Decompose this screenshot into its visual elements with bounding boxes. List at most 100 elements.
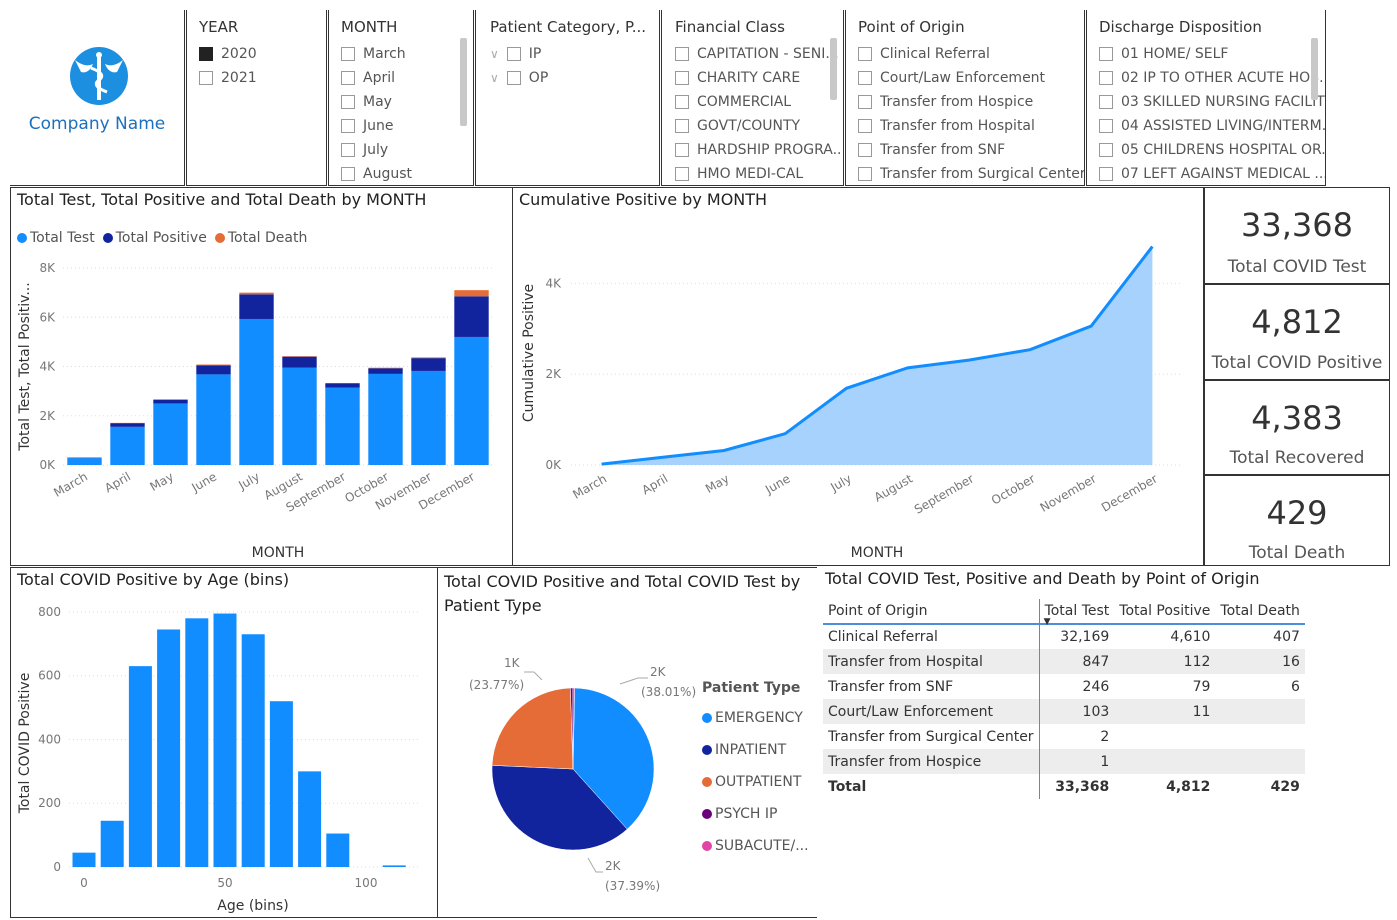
point-of-origin-option[interactable]: Transfer from Surgical Center — [858, 164, 1084, 184]
histogram-bar — [185, 618, 209, 867]
pie-value-label: 2K — [650, 665, 667, 679]
table-row[interactable]: Transfer from SNF 246 79 6 — [823, 674, 1305, 699]
cell-origin: Transfer from Surgical Center — [823, 724, 1040, 749]
financial-class-option[interactable]: GOVT/COUNTY — [675, 116, 800, 136]
bar-segment — [325, 387, 360, 465]
pie-legend-item-emergency[interactable]: EMERGENCY — [702, 702, 809, 734]
checkbox-icon — [675, 143, 689, 157]
month-option[interactable]: May — [341, 92, 392, 112]
cell-origin: Court/Law Enforcement — [823, 699, 1040, 724]
table-row[interactable]: Clinical Referral 32,169 4,610 407 — [823, 624, 1305, 649]
checkbox-icon — [858, 47, 872, 61]
cell-total-positive: 79 — [1192, 678, 1211, 695]
checkbox-icon — [858, 71, 872, 85]
discharge-option[interactable]: 02 IP TO OTHER ACUTE HOS... — [1099, 68, 1325, 88]
pie-percent-label: (38.01%) — [641, 685, 696, 699]
month-option[interactable]: July — [341, 140, 388, 160]
x-tick-label: May — [703, 471, 731, 496]
histogram-bar — [157, 629, 181, 867]
table-row[interactable]: Court/Law Enforcement 103 11 — [823, 699, 1305, 724]
table-row[interactable]: Transfer from Surgical Center 2 — [823, 724, 1305, 749]
kpi-card-total-recovered: 4,383 Total Recovered — [1204, 380, 1390, 475]
cell-total-positive: 11 — [1114, 699, 1216, 724]
cell-total-test: 32,169 — [1060, 629, 1110, 645]
histogram-bar — [326, 833, 350, 867]
matrix-header-total-positive[interactable]: Total Positive — [1114, 599, 1216, 625]
financial-class-option[interactable]: HMO MEDI-CAL — [675, 164, 803, 184]
month-option[interactable]: June — [341, 116, 394, 136]
y-tick-label: 0 — [53, 860, 61, 874]
year-option-2020[interactable]: 2020 — [199, 44, 257, 64]
financial-class-option[interactable]: CAPITATION - SENI... — [675, 44, 839, 64]
month-option[interactable]: August — [341, 164, 412, 184]
cell-total-test: 847 — [1039, 649, 1115, 674]
checkbox-icon — [858, 143, 872, 157]
pie-percent-label: (23.77%) — [469, 678, 524, 692]
month-slicer-title: MONTH — [341, 18, 398, 36]
matrix-header-total-death[interactable]: Total Death — [1215, 599, 1305, 625]
y-tick-label: 2K — [39, 409, 56, 423]
cell-origin: Transfer from Hospice — [823, 749, 1040, 774]
patient-category-option-op[interactable]: ∨ OP — [490, 68, 548, 88]
matrix-table: Point of Origin Total Test ▼ Total Positi… — [823, 599, 1305, 799]
cell-total-test: 1 — [1039, 749, 1115, 774]
pie-legend-item-outpatient[interactable]: OUTPATIENT — [702, 766, 809, 798]
discharge-option[interactable]: 01 HOME/ SELF — [1099, 44, 1229, 64]
point-of-origin-option[interactable]: Transfer from SNF — [858, 140, 1005, 160]
patient-category-option-ip[interactable]: ∨ IP — [490, 44, 541, 64]
point-of-origin-option[interactable]: Transfer from Hospital — [858, 116, 1035, 136]
bar-segment — [368, 373, 403, 465]
matrix-header-origin[interactable]: Point of Origin — [823, 599, 1040, 625]
pie-legend-title: Patient Type — [702, 680, 801, 696]
financial-class-option[interactable]: COMMERCIAL — [675, 92, 791, 112]
pie-leader-line — [524, 671, 543, 681]
discharge-option[interactable]: 07 LEFT AGAINST MEDICAL ... — [1099, 164, 1325, 184]
pie-legend-item-subacute[interactable]: SUBACUTE/... — [702, 830, 809, 862]
y-tick-label: 400 — [38, 732, 61, 746]
cumulative-area-chart: Cumulative Positive by MONTH 0K 2K 4K March… — [512, 187, 1204, 566]
pie-value-label: 2K — [605, 859, 622, 873]
bar-segment — [411, 357, 446, 359]
bar-segment — [239, 318, 274, 465]
matrix-header-total-test[interactable]: Total Test ▼ — [1039, 599, 1115, 627]
bar-segment — [282, 356, 317, 368]
x-tick-label: August — [872, 471, 916, 504]
discharge-option[interactable]: 04 ASSISTED LIVING/INTERM... — [1099, 116, 1325, 136]
x-tick-label: June — [762, 471, 793, 497]
legend-dot-icon — [702, 713, 712, 723]
chevron-down-icon[interactable]: ∨ — [490, 71, 499, 85]
checkbox-icon — [199, 47, 213, 61]
financial-class-option[interactable]: HARDSHIP PROGRA... — [675, 140, 843, 160]
matrix-title: Total COVID Test, Positive and Death by … — [825, 569, 1260, 588]
bar-segment — [239, 292, 274, 295]
year-option-2021[interactable]: 2021 — [199, 68, 257, 88]
table-row[interactable]: Transfer from Hospital 847 112 16 — [823, 649, 1305, 674]
sort-desc-icon[interactable]: ▼ — [1044, 617, 1051, 627]
month-slicer-scrollbar[interactable] — [460, 38, 467, 126]
point-of-origin-option[interactable]: Transfer from Hospice — [858, 92, 1033, 112]
point-of-origin-option[interactable]: Clinical Referral — [858, 44, 990, 64]
cumulative-area-plot: 0K 2K 4K March April May June July AugustSeptemb… — [521, 245, 1183, 561]
bar-segment — [325, 383, 360, 388]
discharge-scrollbar[interactable] — [1311, 38, 1318, 100]
checkbox-icon — [341, 47, 355, 61]
cell-total-positive: 4,610 — [1170, 629, 1211, 645]
pie-legend-item-inpatient[interactable]: INPATIENT — [702, 734, 809, 766]
bar-segment — [368, 368, 403, 374]
discharge-option[interactable]: 05 CHILDRENS HOSPITAL OR... — [1099, 140, 1325, 160]
pie-slice — [491, 687, 574, 770]
month-option[interactable]: March — [341, 44, 406, 64]
financial-class-option[interactable]: CHARITY CARE — [675, 68, 800, 88]
chevron-down-icon[interactable]: ∨ — [490, 47, 499, 61]
financial-class-scrollbar[interactable] — [830, 38, 837, 100]
point-of-origin-slicer: Point of Origin Clinical Referral Court/… — [845, 10, 1085, 186]
month-option[interactable]: April — [341, 68, 395, 88]
point-of-origin-option[interactable]: Court/Law Enforcement — [858, 68, 1045, 88]
bar-segment — [196, 364, 231, 366]
pie-legend-item-psych[interactable]: PSYCH IP — [702, 798, 809, 830]
discharge-option[interactable]: 03 SKILLED NURSING FACILITY — [1099, 92, 1325, 112]
checkbox-icon — [675, 71, 689, 85]
x-tick-label: March — [51, 469, 90, 499]
cell-total-death — [1215, 724, 1304, 749]
table-row[interactable]: Transfer from Hospice 1 — [823, 749, 1305, 774]
